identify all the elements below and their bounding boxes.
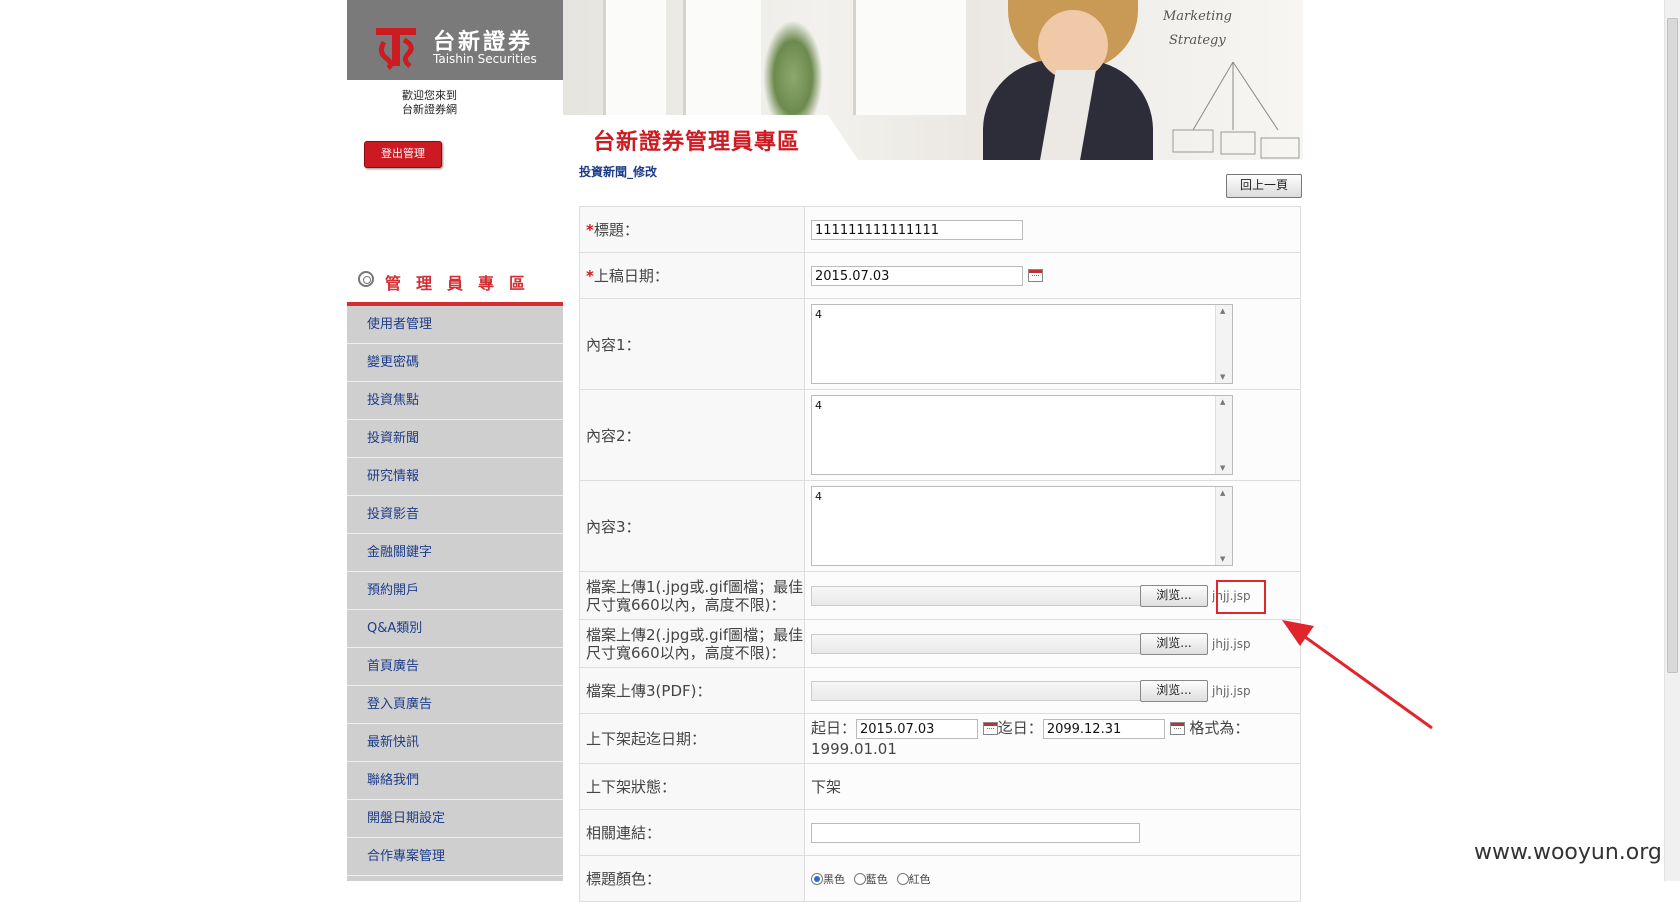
scrollbar-thumb[interactable] xyxy=(1667,18,1678,673)
calendar-icon[interactable] xyxy=(1027,269,1043,282)
sidebar-item-qa-category[interactable]: Q&A類別 xyxy=(347,610,563,648)
start-date-input[interactable]: 2015.07.03 xyxy=(856,718,979,739)
content2-textarea[interactable]: 4 xyxy=(811,395,1233,475)
color-radio-black[interactable] xyxy=(811,873,823,885)
upload2-file-field[interactable] xyxy=(811,633,1141,654)
board-line2: Strategy xyxy=(1169,33,1226,48)
form-row-link: 相關連結： xyxy=(579,809,1301,856)
sidebar-item-investment-focus[interactable]: 投資焦點 xyxy=(347,382,563,420)
color-option-blue: 藍色 xyxy=(865,873,888,886)
content1-label: 內容1： xyxy=(579,298,805,390)
form-row-status: 上下架狀態： 下架 xyxy=(579,763,1301,810)
content2-label: 內容2： xyxy=(579,389,805,481)
end-date-prefix: 迄日： xyxy=(997,719,1043,738)
sidebar-item-keywords[interactable]: 金融關鍵字 xyxy=(347,534,563,572)
form-row-period: 上下架起迄日期： 起日： 2015.07.03 迄日： 2099.12.31 格式為… xyxy=(579,713,1301,764)
textarea-scrollbar[interactable] xyxy=(1215,305,1232,383)
welcome-line2: 台新證券網 xyxy=(402,103,457,116)
content1-textarea[interactable]: 4 xyxy=(811,304,1233,384)
textarea-scrollbar[interactable] xyxy=(1215,396,1232,474)
welcome-text: 歡迎您來到 台新證券網 xyxy=(402,89,457,117)
page-scrollbar[interactable] xyxy=(1664,0,1680,881)
sidebar-item-contact[interactable]: 聯絡我們 xyxy=(347,762,563,800)
logout-button[interactable]: 登出管理 xyxy=(364,141,442,168)
page-title: 台新證券管理員專區 xyxy=(593,130,801,155)
form-row-upload2: 檔案上傳2(.jpg或.gif圖檔；最佳尺寸寬660以內，高度不限)： 浏览..… xyxy=(579,619,1301,668)
color-option-red: 紅色 xyxy=(908,873,931,886)
color-label: 標題顏色： xyxy=(579,855,805,902)
date-label: *上稿日期： xyxy=(579,252,805,299)
edit-form-table: *標題： 111111111111111 *上稿日期： 2015.07.03 內… xyxy=(579,206,1301,902)
color-option-black: 黑色 xyxy=(823,873,845,886)
sidebar-item-video[interactable]: 投資影音 xyxy=(347,496,563,534)
form-row-content3: 內容3： 4 xyxy=(579,480,1301,572)
window-panel xyxy=(603,0,666,115)
sidebar-item-login-ads[interactable]: 登入頁廣告 xyxy=(347,686,563,724)
brand-name-en: Taishin Securities xyxy=(433,52,537,66)
sidebar-item-change-password[interactable]: 變更密碼 xyxy=(347,344,563,382)
upload2-label: 檔案上傳2(.jpg或.gif圖檔；最佳尺寸寬660以內，高度不限)： xyxy=(579,619,805,668)
target-circle-icon xyxy=(358,271,374,287)
period-label: 上下架起迄日期： xyxy=(579,713,805,764)
sidebar-item-account-booking[interactable]: 預約開戶 xyxy=(347,572,563,610)
board-line1: Marketing xyxy=(1163,9,1232,24)
form-row-date: *上稿日期： 2015.07.03 xyxy=(579,252,1301,299)
upload3-file-field[interactable] xyxy=(811,680,1141,701)
sidebar-item-partner-projects[interactable]: 合作專案管理 xyxy=(347,838,563,876)
red-arrow-icon xyxy=(1282,620,1433,730)
start-calendar-icon[interactable] xyxy=(982,722,998,736)
welcome-line1: 歡迎您來到 xyxy=(402,89,457,102)
color-radio-blue[interactable] xyxy=(853,873,866,885)
related-link-input[interactable] xyxy=(811,822,1140,843)
form-row-title: *標題： 111111111111111 xyxy=(579,206,1301,253)
status-value: 下架 xyxy=(804,763,1301,810)
upload3-label: 檔案上傳3(PDF)： xyxy=(579,667,805,714)
header-banner: Marketing Strategy 台新證券管理員專區 xyxy=(563,0,1303,160)
plant-image xyxy=(763,20,823,115)
sidebar-item-latest-news[interactable]: 最新快訊 xyxy=(347,724,563,762)
link-label: 相關連結： xyxy=(579,809,805,856)
title-input[interactable]: 111111111111111 xyxy=(811,219,1023,240)
date-input[interactable]: 2015.07.03 xyxy=(811,265,1023,286)
start-date-prefix: 起日： xyxy=(811,719,857,738)
form-row-upload1: 檔案上傳1(.jpg或.gif圖檔；最佳尺寸寬660以內，高度不限)： 浏览..… xyxy=(579,571,1301,620)
form-row-content1: 內容1： 4 xyxy=(579,298,1301,390)
color-radio-red[interactable] xyxy=(896,873,909,885)
content3-label: 內容3： xyxy=(579,480,805,572)
highlight-box xyxy=(1216,580,1266,614)
logo-area: 台新證券 Taishin Securities xyxy=(347,0,563,80)
admin-section-header: 管理員專區 xyxy=(347,262,563,306)
breadcrumb: 投資新聞_修改 xyxy=(579,165,658,179)
upload3-file-link[interactable]: jhjj.jsp xyxy=(1212,684,1251,698)
upload1-file-field[interactable] xyxy=(811,585,1141,606)
window-panel xyxy=(853,0,966,115)
taishin-logo-icon xyxy=(376,28,416,70)
upload1-browse-button[interactable]: 浏览... xyxy=(1140,584,1208,607)
status-label: 上下架狀態： xyxy=(579,763,805,810)
form-row-color: 標題顏色： 黑色 藍色 紅色 xyxy=(579,855,1301,902)
sidebar-item-user-management[interactable]: 使用者管理 xyxy=(347,306,563,344)
end-date-input[interactable]: 2099.12.31 xyxy=(1042,718,1165,739)
upload3-browse-button[interactable]: 浏览... xyxy=(1140,679,1208,702)
sidebar-item-investment-news[interactable]: 投資新聞 xyxy=(347,420,563,458)
upload1-label: 檔案上傳1(.jpg或.gif圖檔；最佳尺寸寬660以內，高度不限)： xyxy=(579,571,805,620)
upload2-file-link[interactable]: jhjj.jsp xyxy=(1212,637,1251,651)
whiteboard-text: Marketing Strategy xyxy=(1163,5,1232,53)
form-row-content2: 內容2： 4 xyxy=(579,389,1301,481)
back-button[interactable]: 回上一頁 xyxy=(1226,174,1302,198)
sidebar-item-home-ads[interactable]: 首頁廣告 xyxy=(347,648,563,686)
form-row-upload3: 檔案上傳3(PDF)： 浏览... jhjj.jsp xyxy=(579,667,1301,714)
end-calendar-icon[interactable] xyxy=(1169,722,1185,736)
sidebar-item-research[interactable]: 研究情報 xyxy=(347,458,563,496)
title-label: *標題： xyxy=(579,206,805,253)
sidebar-menu: 使用者管理 變更密碼 投資焦點 投資新聞 研究情報 投資影音 金融關鍵字 預約開… xyxy=(347,306,563,881)
textarea-scrollbar[interactable] xyxy=(1215,487,1232,565)
sidebar-item-market-dates[interactable]: 開盤日期設定 xyxy=(347,800,563,838)
upload2-browse-button[interactable]: 浏览... xyxy=(1140,632,1208,655)
window-panel xyxy=(683,0,761,115)
content3-textarea[interactable]: 4 xyxy=(811,486,1233,566)
watermark-text: www.wooyun.org xyxy=(1474,840,1662,865)
admin-section-title: 管理員專區 xyxy=(385,274,541,293)
